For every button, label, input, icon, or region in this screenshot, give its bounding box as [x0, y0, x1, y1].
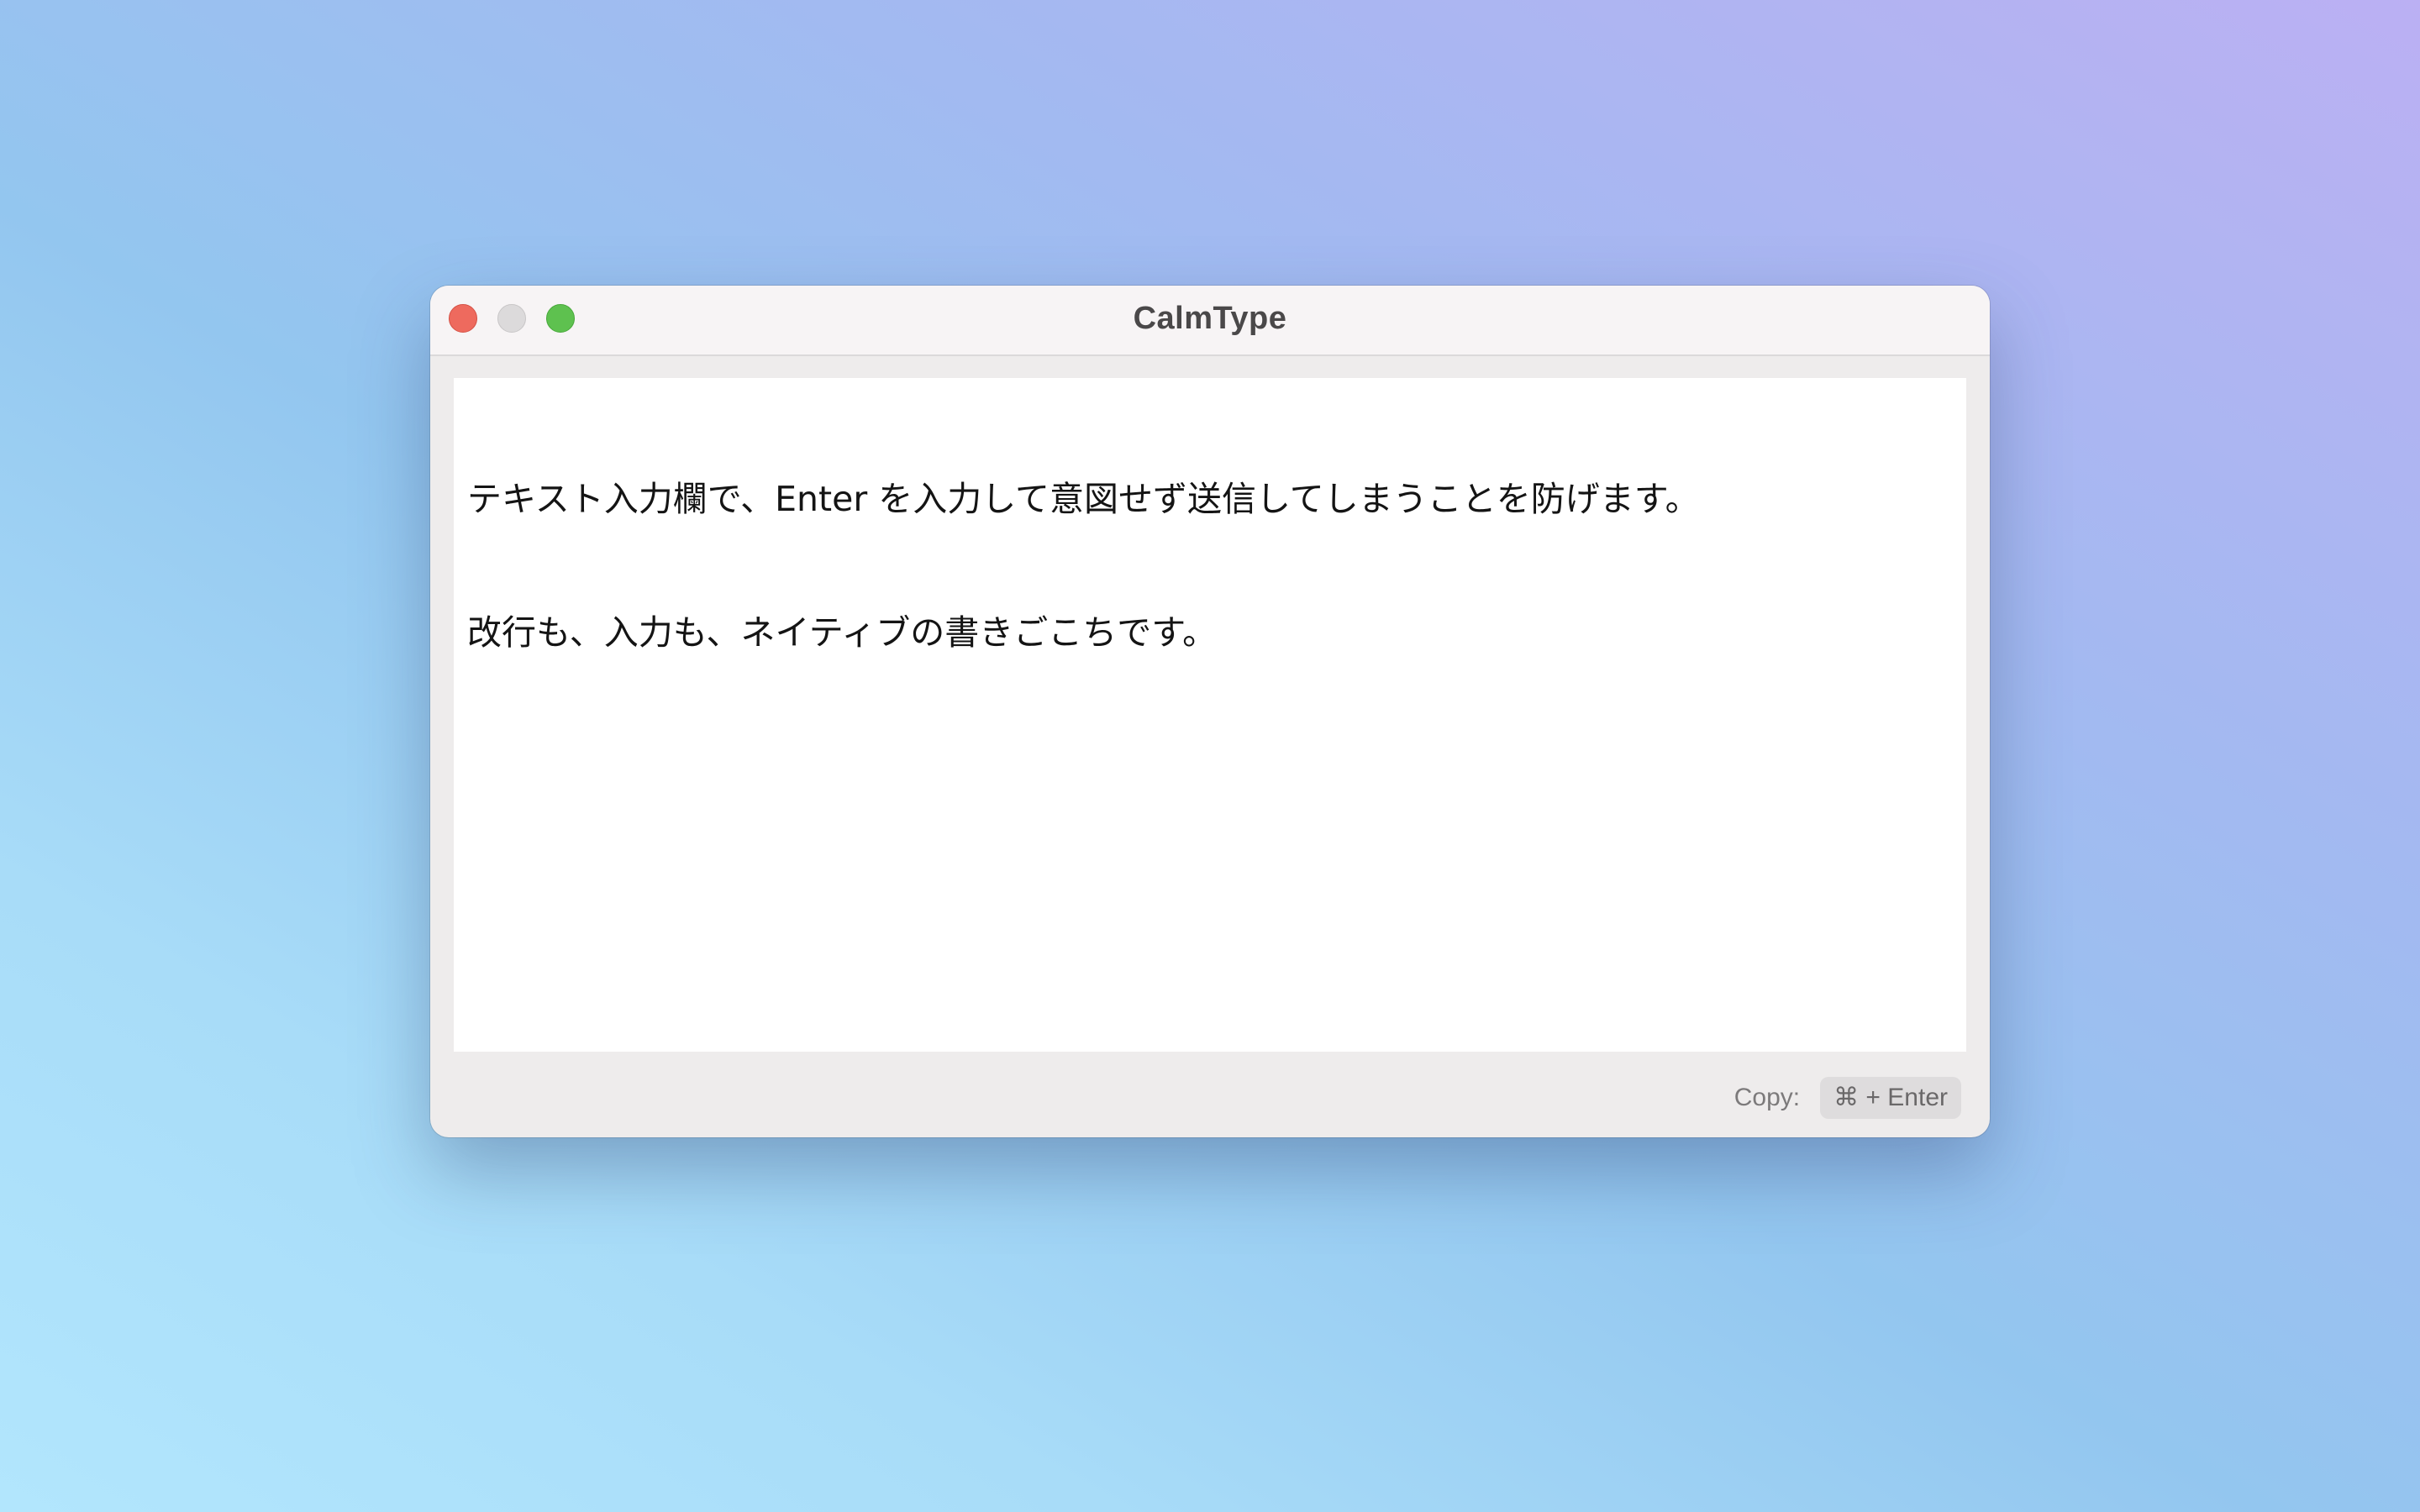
editor-line-2: 改行も、入力も、ネイティブの書きごこちです。: [467, 612, 1218, 653]
copy-label: Copy:: [1733, 1084, 1801, 1111]
text-editor[interactable]: テキスト入力欄で、Enter を入力して意図せず送信してしまうことを防げます。 …: [454, 378, 1966, 1052]
editor-line-1: テキスト入力欄で、Enter を入力して意図せず送信してしまうことを防げます。: [467, 479, 1700, 519]
title-bar[interactable]: CalmType: [430, 286, 1990, 356]
footer-bar: Copy: ⌘ + Enter: [1734, 1077, 1961, 1119]
copy-shortcut-button[interactable]: ⌘ + Enter: [1820, 1077, 1961, 1119]
window-title: CalmType: [1133, 301, 1287, 336]
app-window: CalmType テキスト入力欄で、Enter を入力して意図せず送信してしまう…: [430, 286, 1990, 1137]
